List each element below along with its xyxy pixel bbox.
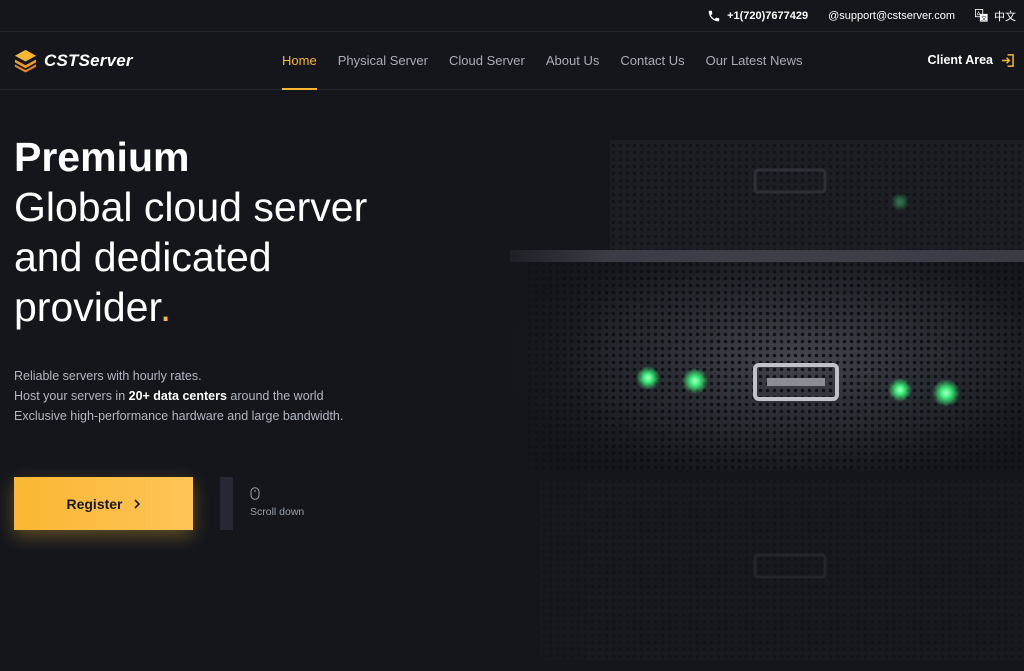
nav-contact-us[interactable]: Contact Us <box>620 32 684 90</box>
hero-subtext: Reliable servers with hourly rates. Host… <box>14 366 343 426</box>
language-label: 中文 <box>994 10 1016 23</box>
chevron-right-icon <box>133 498 140 509</box>
hero-line-3-text: provider <box>14 284 160 330</box>
subtext-line-1: Reliable servers with hourly rates. <box>14 369 202 383</box>
logo[interactable]: CSTServer <box>13 48 133 73</box>
nav-home[interactable]: Home <box>282 32 317 90</box>
language-switch[interactable]: A文 中文 <box>975 8 1016 24</box>
nav-about-us[interactable]: About Us <box>546 32 599 90</box>
subtext-line-3: Exclusive high-performance hardware and … <box>14 409 344 423</box>
email-address: @support@cstserver.com <box>828 9 955 22</box>
phone-contact[interactable]: +1(720)7677429 <box>707 9 808 23</box>
data-centers-highlight: 20+ data centers <box>128 389 227 403</box>
phone-number: +1(720)7677429 <box>727 9 809 22</box>
svg-text:A: A <box>977 12 981 18</box>
nav-cloud-server[interactable]: Cloud Server <box>449 32 525 90</box>
hero-line-1: Global cloud server <box>14 184 368 230</box>
subtext-line-2-pre: Host your servers in <box>14 389 129 403</box>
client-area-link[interactable]: Client Area <box>927 53 1014 67</box>
scroll-down-label: Scroll down <box>250 506 305 518</box>
register-label: Register <box>66 495 123 512</box>
hero-premium: Premium <box>14 134 190 180</box>
hero-heading: Premium Global cloud server and dedicate… <box>14 132 454 332</box>
subtext-line-2-post: around the world <box>226 389 324 403</box>
accent-dot: . <box>159 284 172 330</box>
login-arrow-icon <box>1001 53 1014 67</box>
hero-line-2: and dedicated <box>14 234 272 280</box>
phone-icon <box>708 10 720 21</box>
translate-icon: A文 <box>975 9 988 22</box>
nav-physical-server[interactable]: Physical Server <box>338 32 428 90</box>
nav-latest-news[interactable]: Our Latest News <box>706 32 803 90</box>
subtext-line-2: Host your servers in 20+ data centers ar… <box>14 386 343 406</box>
mouse-icon <box>250 487 260 500</box>
scroll-indicator-bar <box>220 477 233 530</box>
register-button[interactable]: Register <box>14 477 193 530</box>
server-hero-image <box>470 100 1024 660</box>
scroll-down[interactable]: Scroll down <box>250 487 304 518</box>
logo-icon <box>14 49 37 73</box>
client-area-label: Client Area <box>927 53 993 67</box>
hero-line-3: provider. <box>14 282 454 332</box>
top-bar: +1(720)7677429 @support@cstserver.com A文… <box>0 0 1024 32</box>
nav-menu: Home Physical Server Cloud Server About … <box>282 32 803 90</box>
email-contact[interactable]: @support@cstserver.com <box>828 10 955 22</box>
main-nav: CSTServer Home Physical Server Cloud Ser… <box>0 32 1024 90</box>
logo-text: CSTServer <box>44 50 133 70</box>
